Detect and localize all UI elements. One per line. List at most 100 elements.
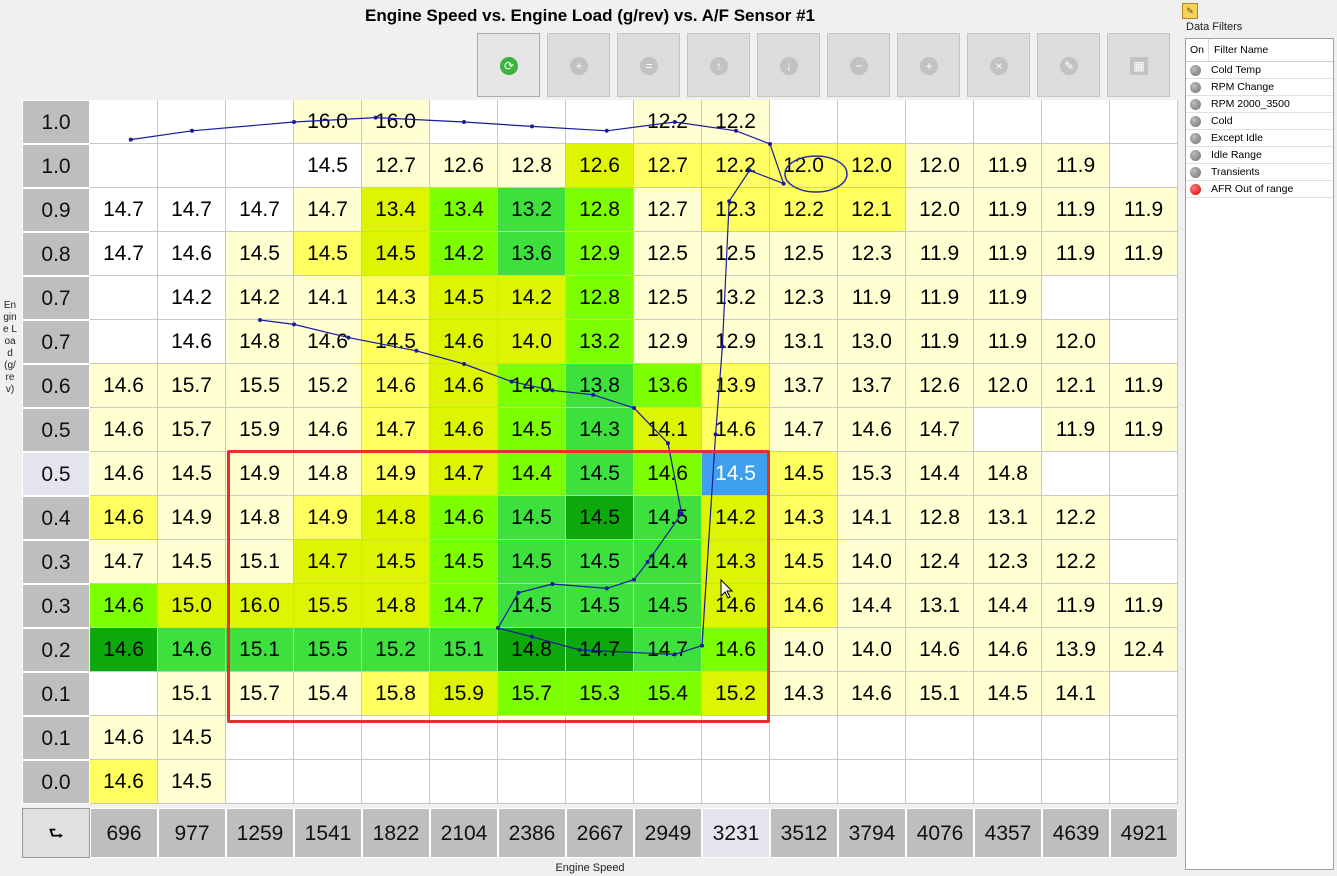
table-cell[interactable]: 15.5 [294, 628, 362, 672]
table-cell[interactable]: 11.9 [974, 144, 1042, 188]
table-cell[interactable]: 14.5 [362, 232, 430, 276]
table-cell[interactable]: 14.0 [498, 364, 566, 408]
table-cell[interactable] [226, 760, 294, 804]
table-cell[interactable]: 11.9 [1042, 144, 1110, 188]
table-cell[interactable]: 14.3 [770, 496, 838, 540]
table-cell[interactable]: 11.9 [1042, 188, 1110, 232]
column-header[interactable]: 4921 [1110, 808, 1178, 858]
table-cell[interactable]: 14.6 [294, 320, 362, 364]
table-cell[interactable]: 13.4 [430, 188, 498, 232]
table-cell[interactable] [362, 716, 430, 760]
table-cell[interactable]: 14.9 [226, 452, 294, 496]
table-cell[interactable]: 14.7 [430, 452, 498, 496]
move-down-button[interactable]: ↓ [757, 33, 820, 97]
table-cell[interactable]: 14.5 [634, 584, 702, 628]
filter-row[interactable]: Idle Range [1186, 147, 1333, 164]
column-header[interactable]: 977 [158, 808, 226, 858]
table-cell[interactable]: 12.9 [702, 320, 770, 364]
table-cell[interactable] [430, 716, 498, 760]
table-cell[interactable]: 14.1 [294, 276, 362, 320]
table-cell[interactable]: 12.2 [634, 100, 702, 144]
table-cell[interactable]: 11.9 [1110, 584, 1178, 628]
column-header[interactable]: 4357 [974, 808, 1042, 858]
table-cell[interactable]: 14.5 [498, 540, 566, 584]
table-cell[interactable]: 14.6 [974, 628, 1042, 672]
table-cell[interactable]: 11.9 [906, 320, 974, 364]
table-cell[interactable]: 11.9 [1110, 188, 1178, 232]
refresh-button[interactable]: ⟳ [477, 33, 540, 97]
table-cell[interactable]: 14.8 [294, 452, 362, 496]
table-cell[interactable]: 14.2 [498, 276, 566, 320]
table-cell[interactable]: 13.4 [362, 188, 430, 232]
table-cell[interactable]: 13.9 [702, 364, 770, 408]
table-cell[interactable]: 11.9 [1042, 232, 1110, 276]
table-cell[interactable] [90, 144, 158, 188]
table-cell[interactable]: 14.5 [566, 540, 634, 584]
table-cell[interactable]: 14.0 [838, 628, 906, 672]
filter-off-icon[interactable] [1190, 116, 1201, 127]
table-cell[interactable]: 13.7 [770, 364, 838, 408]
table-cell[interactable]: 14.5 [362, 320, 430, 364]
table-cell[interactable] [1110, 716, 1178, 760]
table-cell[interactable] [838, 716, 906, 760]
table-cell[interactable]: 15.1 [906, 672, 974, 716]
filter-row[interactable]: RPM 2000_3500 [1186, 96, 1333, 113]
table-cell[interactable]: 12.2 [702, 100, 770, 144]
table-cell[interactable]: 14.2 [430, 232, 498, 276]
row-header[interactable]: 1.0 [22, 144, 90, 188]
table-cell[interactable]: 14.8 [498, 628, 566, 672]
table-cell[interactable] [974, 408, 1042, 452]
table-cell[interactable]: 14.4 [974, 584, 1042, 628]
column-header[interactable]: 696 [90, 808, 158, 858]
table-cell[interactable]: 14.6 [770, 584, 838, 628]
table-cell[interactable]: 12.0 [838, 144, 906, 188]
table-cell[interactable]: 14.6 [430, 364, 498, 408]
table-cell[interactable]: 12.5 [634, 276, 702, 320]
column-header[interactable]: 2386 [498, 808, 566, 858]
table-cell[interactable]: 14.7 [294, 540, 362, 584]
row-header[interactable]: 0.8 [22, 232, 90, 276]
table-cell[interactable]: 14.5 [498, 496, 566, 540]
pencil-icon[interactable]: ✎ [1182, 3, 1198, 19]
table-cell[interactable] [634, 716, 702, 760]
equals-button[interactable]: = [617, 33, 680, 97]
table-cell[interactable]: 14.5 [294, 144, 362, 188]
table-cell[interactable]: 12.5 [770, 232, 838, 276]
row-header[interactable]: 0.2 [22, 628, 90, 672]
table-cell[interactable]: 15.9 [226, 408, 294, 452]
table-cell[interactable]: 14.6 [90, 408, 158, 452]
table-cell[interactable]: 15.7 [498, 672, 566, 716]
table-cell[interactable] [362, 760, 430, 804]
table-cell[interactable] [1042, 276, 1110, 320]
row-header[interactable]: 0.3 [22, 584, 90, 628]
table-cell[interactable]: 14.3 [362, 276, 430, 320]
table-cell[interactable]: 14.5 [498, 408, 566, 452]
table-cell[interactable]: 15.3 [566, 672, 634, 716]
table-cell[interactable]: 13.6 [634, 364, 702, 408]
table-cell[interactable]: 12.8 [498, 144, 566, 188]
table-cell[interactable]: 14.6 [158, 232, 226, 276]
table-cell[interactable] [498, 100, 566, 144]
table-cell[interactable]: 15.1 [158, 672, 226, 716]
table-cell[interactable]: 14.7 [226, 188, 294, 232]
table-cell[interactable]: 11.9 [1042, 408, 1110, 452]
table-cell[interactable] [974, 100, 1042, 144]
table-cell[interactable]: 15.4 [294, 672, 362, 716]
table-cell[interactable]: 14.6 [90, 364, 158, 408]
table-cell[interactable]: 16.0 [294, 100, 362, 144]
table-cell[interactable] [430, 100, 498, 144]
table-cell[interactable]: 14.8 [226, 496, 294, 540]
table-cell[interactable] [838, 100, 906, 144]
table-cell[interactable]: 12.4 [1110, 628, 1178, 672]
table-cell[interactable] [906, 100, 974, 144]
table-cell[interactable]: 14.5 [294, 232, 362, 276]
table-cell[interactable]: 14.7 [90, 540, 158, 584]
table-cell[interactable]: 16.0 [226, 584, 294, 628]
table-cell[interactable]: 14.1 [634, 408, 702, 452]
table-cell[interactable]: 14.5 [158, 716, 226, 760]
table-cell[interactable]: 14.6 [430, 496, 498, 540]
table-cell[interactable]: 14.5 [430, 276, 498, 320]
table-cell[interactable]: 12.0 [770, 144, 838, 188]
table-cell[interactable] [1110, 276, 1178, 320]
row-header[interactable]: 0.6 [22, 364, 90, 408]
